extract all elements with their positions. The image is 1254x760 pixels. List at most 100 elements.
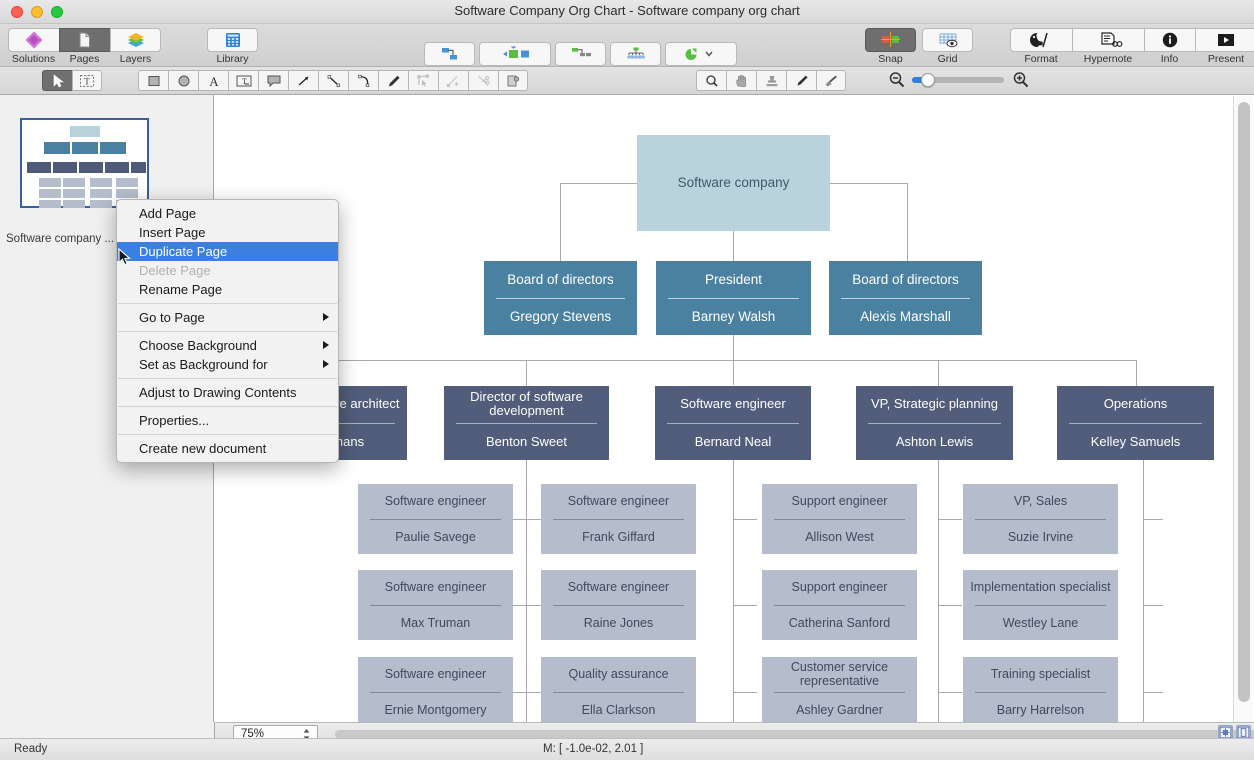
hypernote-page-tool[interactable] <box>498 70 528 91</box>
menu-item-label: Create new document <box>139 441 266 456</box>
menu-item-label: Set as Background for <box>139 357 268 372</box>
thumb-node <box>116 178 138 187</box>
toolbar-button-hypernote[interactable]: Hypernote <box>1072 28 1144 65</box>
menu-item-rename-page[interactable]: Rename Page <box>117 280 338 299</box>
org-node[interactable]: Software engineerPaulie Savege <box>358 484 513 554</box>
menu-item-label: Insert Page <box>139 225 206 240</box>
toolbar-button-present[interactable]: Present <box>1195 28 1254 65</box>
thumb-node <box>100 142 126 154</box>
toolbar-button-pages[interactable]: Pages <box>59 28 110 65</box>
add-point-tool[interactable] <box>438 70 468 91</box>
zoom-in-icon[interactable] <box>1012 71 1030 94</box>
org-node-name: Barney Walsh <box>656 299 811 336</box>
toolbar-button-info[interactable]: Info <box>1144 28 1195 65</box>
drawing-canvas[interactable]: Software companyBoard of directorsGregor… <box>215 95 1231 722</box>
pen-tool[interactable] <box>378 70 408 91</box>
page-thumbnail[interactable] <box>20 118 149 208</box>
menu-item-go-to-page[interactable]: Go to Page <box>117 308 338 327</box>
org-node[interactable]: Customer service representativeAshley Ga… <box>762 657 917 722</box>
rectangle-tool[interactable] <box>138 70 168 91</box>
org-node[interactable]: Software company <box>637 135 830 231</box>
org-node-title: Software engineer <box>358 657 513 692</box>
text-box-tool[interactable]: T <box>228 70 258 91</box>
pointer-tool[interactable] <box>42 70 72 91</box>
pages-document-icon <box>59 28 110 52</box>
org-node-name: Ashton Lewis <box>856 424 1013 461</box>
toolbar-label: Solutions <box>12 53 55 65</box>
org-node[interactable]: Software engineerRaine Jones <box>541 570 696 640</box>
connector <box>733 605 757 606</box>
arrow-line-tool[interactable] <box>288 70 318 91</box>
org-node[interactable]: Support engineerAllison West <box>762 484 917 554</box>
menu-item-add-page[interactable]: Add Page <box>117 204 338 223</box>
toolbar-button-format[interactable]: Format <box>1010 28 1072 65</box>
org-node-name: Barry Harrelson <box>963 693 1118 723</box>
toolbar-button-snap[interactable]: Snap <box>865 28 916 65</box>
toolbar-button-grid[interactable]: Grid <box>922 28 973 65</box>
menu-item-adjust-to-drawing-contents[interactable]: Adjust to Drawing Contents <box>117 383 338 402</box>
org-node-name: Max Truman <box>358 606 513 641</box>
smart-connector-icon <box>424 42 475 66</box>
paintbrush-icon[interactable] <box>816 70 846 91</box>
svg-text:A: A <box>209 74 219 88</box>
svg-text:T: T <box>84 76 90 86</box>
menu-item-insert-page[interactable]: Insert Page <box>117 223 338 242</box>
org-node[interactable]: VP, Strategic planningAshton Lewis <box>856 386 1013 460</box>
snap-icon <box>865 28 916 52</box>
org-node[interactable]: Software engineerMax Truman <box>358 570 513 640</box>
stamp-icon[interactable] <box>756 70 786 91</box>
org-node[interactable]: Director of software developmentBenton S… <box>444 386 609 460</box>
org-node[interactable]: OperationsKelley Samuels <box>1057 386 1214 460</box>
connector <box>526 692 541 693</box>
org-node[interactable]: Quality assuranceElla Clarkson <box>541 657 696 722</box>
scissors-path-tool[interactable] <box>468 70 498 91</box>
org-node-title: Training specialist <box>963 657 1118 692</box>
connector <box>938 692 962 693</box>
org-node[interactable]: Software engineerBernard Neal <box>655 386 811 460</box>
rapid-draw-icon <box>479 42 551 66</box>
zoom-out-icon[interactable] <box>888 71 906 94</box>
text-a-tool[interactable]: A <box>198 70 228 91</box>
tools-view-group <box>696 70 846 91</box>
hand-icon[interactable] <box>726 70 756 91</box>
ellipse-tool[interactable] <box>168 70 198 91</box>
thumb-node <box>70 126 100 137</box>
org-node-title: Quality assurance <box>541 657 696 692</box>
org-node[interactable]: Training specialistBarry Harrelson <box>963 657 1118 722</box>
menu-item-properties[interactable]: Properties... <box>117 411 338 430</box>
org-node-title: Implementation specialist <box>963 570 1118 605</box>
org-node[interactable]: Software engineerFrank Giffard <box>541 484 696 554</box>
org-node[interactable]: Board of directorsAlexis Marshall <box>829 261 982 335</box>
toolbar-button-library[interactable]: Library <box>207 28 258 65</box>
canvas-vertical-scrollbar[interactable] <box>1233 96 1253 722</box>
arc-tool[interactable] <box>348 70 378 91</box>
page-context-menu[interactable]: Add PageInsert PageDuplicate PageDelete … <box>116 199 339 463</box>
org-node[interactable]: Support engineerCatherina Sanford <box>762 570 917 640</box>
line-tool[interactable] <box>318 70 348 91</box>
connector <box>1143 460 1144 722</box>
menu-item-duplicate-page[interactable]: Duplicate Page <box>117 242 338 261</box>
zoom-slider-knob[interactable] <box>921 73 935 87</box>
org-node-title: President <box>656 261 811 298</box>
text-select-tool[interactable]: T <box>72 70 102 91</box>
thumb-node <box>90 200 112 208</box>
org-node[interactable]: Software engineerErnie Montgomery <box>358 657 513 722</box>
toolbar-button-solutions[interactable]: Solutions <box>8 28 59 65</box>
menu-item-set-as-background-for[interactable]: Set as Background for <box>117 355 338 374</box>
org-node[interactable]: PresidentBarney Walsh <box>656 261 811 335</box>
org-node[interactable]: Board of directorsGregory Stevens <box>484 261 637 335</box>
toolbar-button-layers[interactable]: Layers <box>110 28 161 65</box>
vertical-scroll-thumb[interactable] <box>1238 102 1250 702</box>
callout-tool[interactable] <box>258 70 288 91</box>
menu-item-choose-background[interactable]: Choose Background <box>117 336 338 355</box>
magnifier-icon[interactable] <box>696 70 726 91</box>
menu-separator <box>118 331 337 332</box>
edit-points-tool[interactable] <box>408 70 438 91</box>
org-node[interactable]: VP, SalesSuzie Irvine <box>963 484 1118 554</box>
thumb-node <box>44 142 70 154</box>
menu-item-label: Adjust to Drawing Contents <box>139 385 297 400</box>
menu-item-create-new-document[interactable]: Create new document <box>117 439 338 458</box>
connector <box>733 519 757 520</box>
eyedropper-icon[interactable] <box>786 70 816 91</box>
org-node[interactable]: Implementation specialistWestley Lane <box>963 570 1118 640</box>
